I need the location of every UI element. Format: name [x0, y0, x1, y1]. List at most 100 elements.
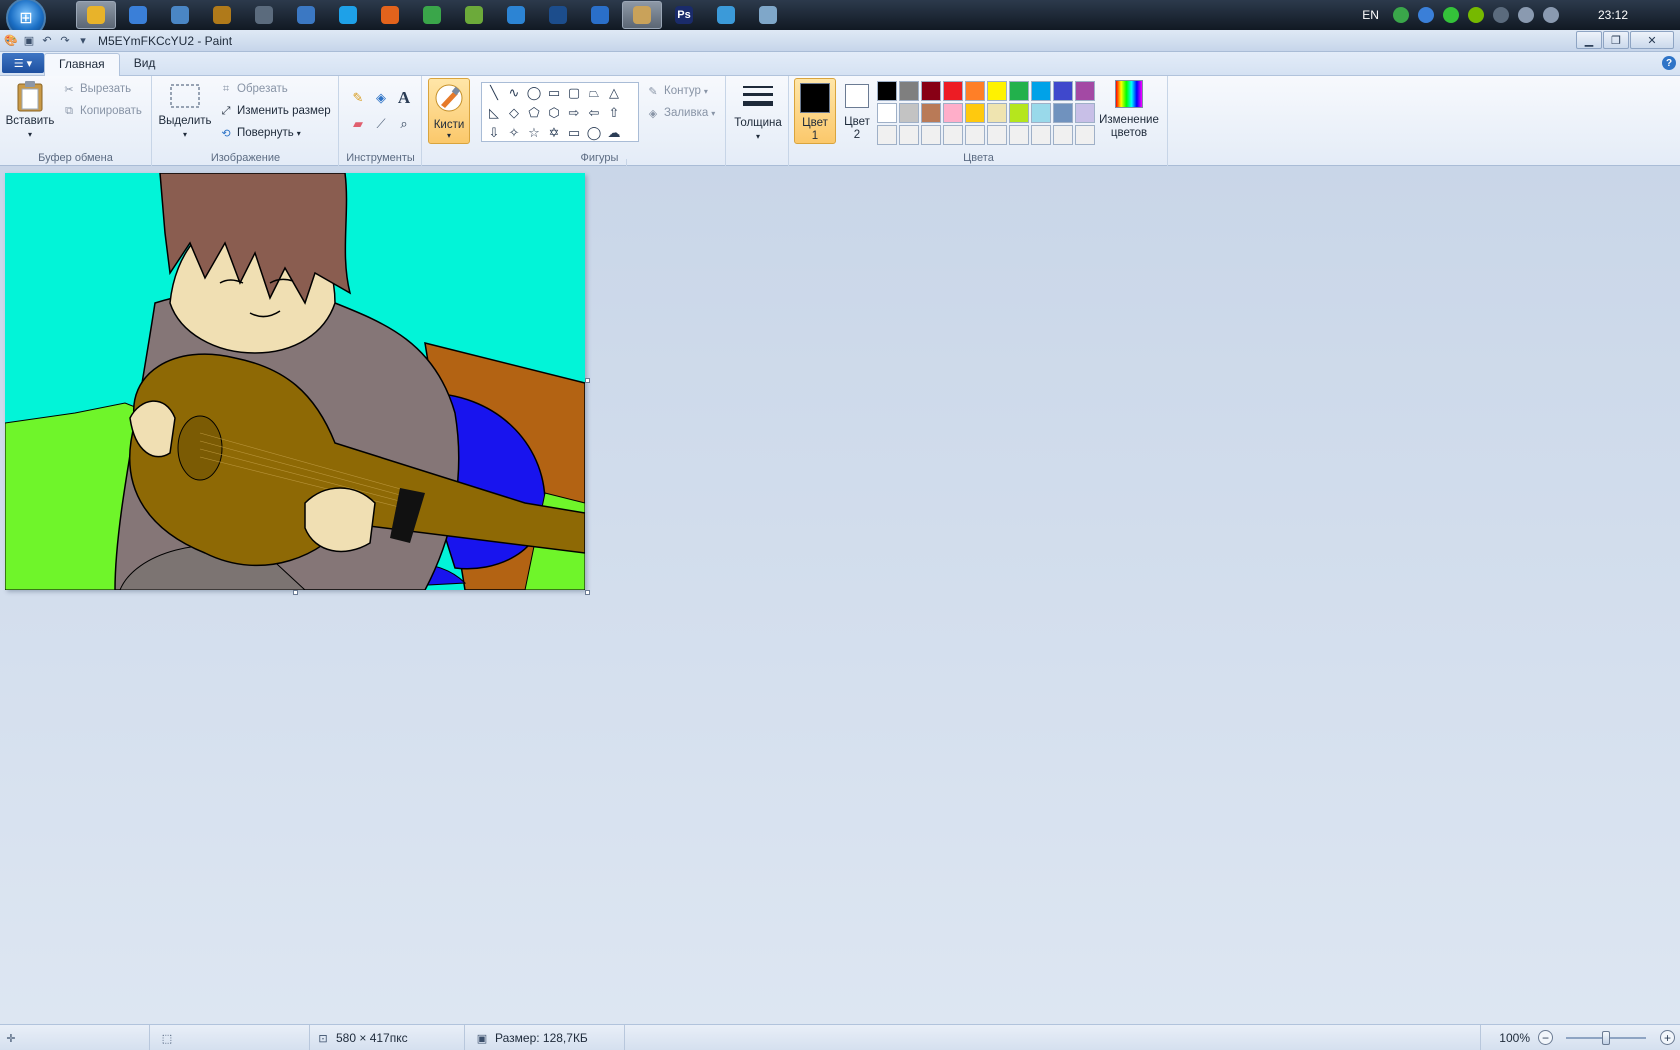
- eraser-icon[interactable]: ▰: [348, 114, 368, 134]
- palette-color-swatch[interactable]: [899, 103, 919, 123]
- zoom-slider-thumb[interactable]: [1602, 1031, 1610, 1045]
- shield-tray-icon[interactable]: [1417, 7, 1434, 23]
- palette-color-swatch[interactable]: [921, 103, 941, 123]
- up-arrow-shape-icon[interactable]: ⇧: [604, 103, 624, 123]
- taskbar-app-photoshop[interactable]: Ps: [664, 1, 704, 29]
- taskbar-app-itunes[interactable]: [118, 1, 158, 29]
- palette-color-swatch[interactable]: [1031, 103, 1051, 123]
- language-indicator[interactable]: EN: [1362, 8, 1379, 22]
- size-button[interactable]: Толщина ▾: [731, 82, 785, 143]
- network-tray-icon[interactable]: [1542, 7, 1559, 23]
- palette-color-swatch[interactable]: [987, 125, 1007, 145]
- palette-color-swatch[interactable]: [1053, 125, 1073, 145]
- six-point-star-shape-icon[interactable]: ✡: [544, 123, 564, 143]
- rect-callout-shape-icon[interactable]: ▭: [564, 123, 584, 143]
- resize-handle-corner[interactable]: [585, 590, 590, 595]
- palette-color-swatch[interactable]: [1031, 125, 1051, 145]
- palette-color-swatch[interactable]: [965, 125, 985, 145]
- taskbar-app-origin[interactable]: [370, 1, 410, 29]
- color-picker-icon[interactable]: ⟋: [371, 114, 391, 134]
- nvidia-tray-icon[interactable]: [1467, 7, 1484, 23]
- taskbar-app-steam[interactable]: [244, 1, 284, 29]
- taskbar-app-notes[interactable]: [706, 1, 746, 29]
- right-triangle-shape-icon[interactable]: ◺: [484, 103, 504, 123]
- taskbar-app-photo[interactable]: [454, 1, 494, 29]
- palette-color-swatch[interactable]: [965, 103, 985, 123]
- paint-menu-button[interactable]: ☰ ▾: [2, 53, 44, 73]
- paste-button[interactable]: Вставить ▾: [6, 80, 54, 141]
- volume-tray-icon[interactable]: [1517, 7, 1534, 23]
- palette-color-swatch[interactable]: [1009, 125, 1029, 145]
- paint-app-icon[interactable]: 🎨: [2, 33, 20, 49]
- taskbar-app-cleaner[interactable]: [286, 1, 326, 29]
- rectangle-shape-icon[interactable]: ▭: [544, 83, 564, 103]
- palette-color-swatch[interactable]: [965, 81, 985, 101]
- palette-color-swatch[interactable]: [1075, 125, 1095, 145]
- line-shape-icon[interactable]: ╲: [484, 83, 504, 103]
- palette-color-swatch[interactable]: [987, 103, 1007, 123]
- palette-color-swatch[interactable]: [921, 81, 941, 101]
- resize-handle-bottom[interactable]: [293, 590, 298, 595]
- redo-icon[interactable]: ↷: [56, 33, 74, 49]
- taskbar-app-warcraft[interactable]: [202, 1, 242, 29]
- palette-color-swatch[interactable]: [943, 81, 963, 101]
- triangle-shape-icon[interactable]: △: [604, 83, 624, 103]
- resize-handle-right[interactable]: [585, 378, 590, 383]
- taskbar-app-paint[interactable]: [622, 1, 662, 29]
- drawing-canvas[interactable]: [5, 173, 585, 590]
- hexagon-shape-icon[interactable]: ⬡: [544, 103, 564, 123]
- magnifier-icon[interactable]: ⌕: [394, 114, 414, 134]
- customize-qat-icon[interactable]: ▾: [74, 33, 92, 49]
- clock[interactable]: 23:12: [1598, 8, 1628, 22]
- taskbar-app-feather[interactable]: [496, 1, 536, 29]
- cloud-callout-shape-icon[interactable]: ☁: [604, 123, 624, 143]
- palette-color-swatch[interactable]: [877, 103, 897, 123]
- pencil-icon[interactable]: ✎: [348, 88, 368, 108]
- taskbar-app-skype[interactable]: [328, 1, 368, 29]
- right-arrow-shape-icon[interactable]: ⇨: [564, 103, 584, 123]
- palette-color-swatch[interactable]: [1075, 81, 1095, 101]
- palette-color-swatch[interactable]: [943, 103, 963, 123]
- steam-tray-icon[interactable]: [1492, 7, 1509, 23]
- zoom-in-button[interactable]: +: [1660, 1030, 1675, 1045]
- oval-shape-icon[interactable]: ◯: [524, 83, 544, 103]
- four-point-star-shape-icon[interactable]: ✧: [504, 123, 524, 143]
- oval-callout-shape-icon[interactable]: ◯: [584, 123, 604, 143]
- pentagon-shape-icon[interactable]: ⬠: [524, 103, 544, 123]
- palette-color-swatch[interactable]: [1053, 81, 1073, 101]
- razer-tray-icon[interactable]: [1442, 7, 1459, 23]
- diamond-shape-icon[interactable]: ◇: [504, 103, 524, 123]
- close-button[interactable]: ✕: [1630, 31, 1674, 49]
- palette-color-swatch[interactable]: [987, 81, 1007, 101]
- rotate-button[interactable]: ⟲ Повернуть ▾: [219, 126, 300, 140]
- color2-button[interactable]: Цвет 2: [840, 84, 874, 142]
- select-button[interactable]: Выделить ▾: [158, 80, 212, 141]
- taskbar-app-globe[interactable]: [160, 1, 200, 29]
- taskbar-app-notepad[interactable]: [748, 1, 788, 29]
- left-arrow-shape-icon[interactable]: ⇦: [584, 103, 604, 123]
- zoom-slider[interactable]: [1566, 1031, 1646, 1045]
- taskbar-app-chrome[interactable]: [76, 1, 116, 29]
- cut-button[interactable]: ✂ Вырезать: [62, 82, 131, 96]
- polygon-shape-icon[interactable]: ⏢: [584, 83, 604, 103]
- utorrent-tray-icon[interactable]: [1392, 7, 1409, 23]
- taskbar-app-media[interactable]: [538, 1, 578, 29]
- palette-color-swatch[interactable]: [1053, 103, 1073, 123]
- down-arrow-shape-icon[interactable]: ⇩: [484, 123, 504, 143]
- taskbar-app-utorrent[interactable]: [412, 1, 452, 29]
- palette-color-swatch[interactable]: [943, 125, 963, 145]
- palette-color-swatch[interactable]: [921, 125, 941, 145]
- palette-color-swatch[interactable]: [899, 81, 919, 101]
- palette-color-swatch[interactable]: [1075, 103, 1095, 123]
- palette-color-swatch[interactable]: [877, 81, 897, 101]
- text-tool-icon[interactable]: A: [394, 88, 414, 108]
- help-icon[interactable]: ?: [1662, 56, 1676, 70]
- zoom-out-button[interactable]: −: [1538, 1030, 1553, 1045]
- rounded-rectangle-shape-icon[interactable]: ▢: [564, 83, 584, 103]
- tab-view[interactable]: Вид: [120, 53, 170, 75]
- fill-bucket-icon[interactable]: ◈: [371, 88, 391, 108]
- resize-button[interactable]: ⤢ Изменить размер: [219, 104, 331, 118]
- palette-color-swatch[interactable]: [1009, 103, 1029, 123]
- palette-color-swatch[interactable]: [1031, 81, 1051, 101]
- palette-color-swatch[interactable]: [899, 125, 919, 145]
